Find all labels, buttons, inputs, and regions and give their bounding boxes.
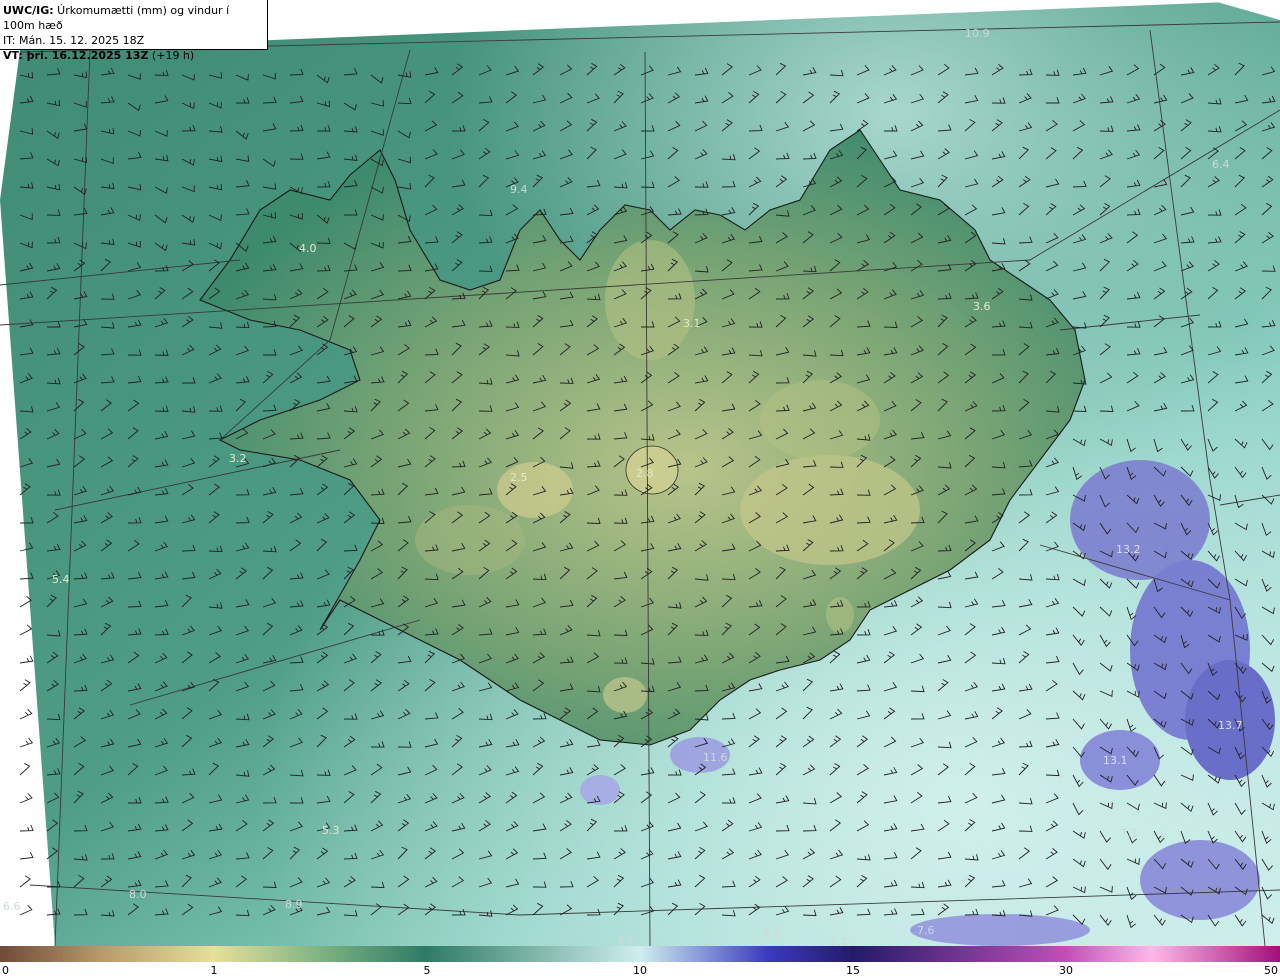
value-label: 13.1 [1103, 754, 1128, 767]
colorbar-tick: 30 [1059, 964, 1073, 977]
valid-time-line: VT: þri. 16.12.2025 13Z (+19 h) [3, 48, 263, 63]
value-label: 10.9 [965, 27, 990, 40]
value-label: 2.8 [636, 467, 654, 480]
value-label: 3.6 [973, 300, 991, 313]
value-label: 13.2 [1116, 543, 1141, 556]
map-info-box: UWC/IG: Úrkomumætti (mm) og vindur í 100… [0, 0, 268, 62]
value-label: 7.6 [917, 924, 935, 937]
value-label: 5.3 [322, 824, 340, 837]
value-label: 8.4 [763, 927, 781, 940]
value-label: 3.2 [229, 452, 247, 465]
colorbar-tick: 50 [1264, 964, 1278, 977]
value-label: 6.4 [1212, 158, 1230, 171]
valid-time: VT: þri. 16.12.2025 13Z [3, 49, 149, 62]
value-label: 8.9 [285, 898, 303, 911]
value-label: 6.6 [3, 900, 21, 913]
init-time: IT: Mán. 15. 12. 2025 18Z [3, 34, 145, 47]
value-label: 9.1 [617, 934, 635, 946]
colorbar [0, 946, 1280, 962]
colorbar-legend: 0 1 5 10 15 30 50 [0, 946, 1280, 978]
forecast-hour: (+19 h) [148, 49, 195, 62]
value-label: 2.5 [510, 471, 528, 484]
colorbar-tick: 10 [633, 964, 647, 977]
product-line: UWC/IG: Úrkomumætti (mm) og vindur í 100… [3, 3, 263, 33]
product-code: UWC/IG: [3, 4, 54, 17]
value-label: 13.7 [1218, 719, 1243, 732]
value-label: 11.6 [703, 751, 728, 764]
value-label: 8.0 [129, 888, 147, 901]
colorbar-tick: 15 [846, 964, 860, 977]
colorbar-tick: 1 [210, 964, 218, 977]
value-label: 7.7 [830, 936, 848, 946]
value-label: 4.0 [299, 242, 317, 255]
value-label: 9.4 [510, 183, 528, 196]
value-label: 7.3 [1120, 827, 1138, 840]
colorbar-tick: 5 [423, 964, 431, 977]
value-label: 5.4 [52, 573, 70, 586]
precipitation-map: 10.9 6.4 9.4 4.0 3.6 3.1 3.2 2.5 2.8 5.4… [0, 0, 1280, 946]
value-label: 3.1 [683, 317, 701, 330]
colorbar-tick: 0 [2, 964, 9, 977]
